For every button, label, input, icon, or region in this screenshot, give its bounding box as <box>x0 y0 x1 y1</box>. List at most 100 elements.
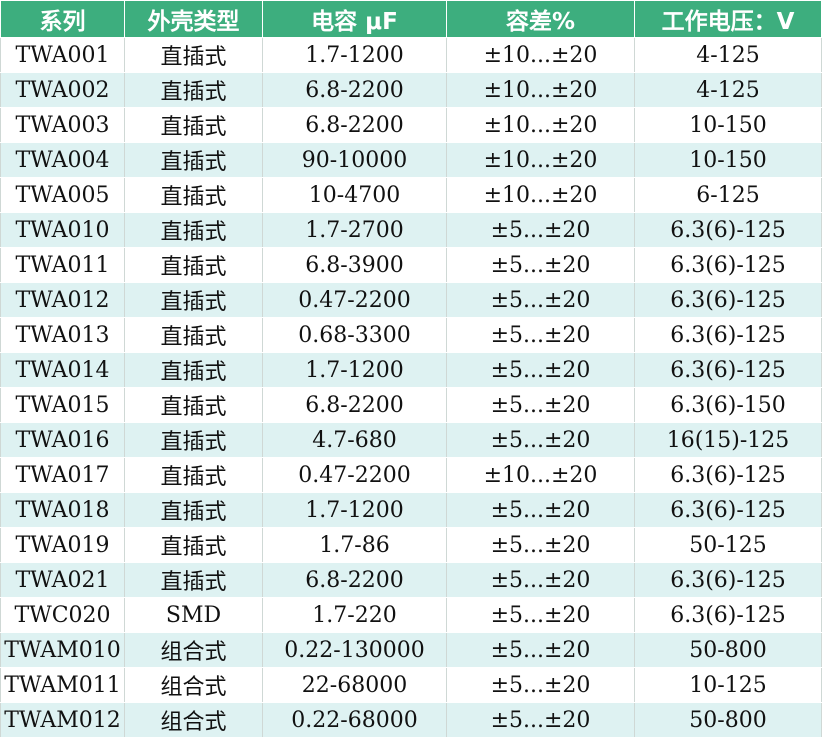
cell-case-type: 直插式 <box>124 177 263 213</box>
cell-case-type: 直插式 <box>124 212 263 248</box>
cell-case-type: 直插式 <box>124 492 263 528</box>
cell-case-type: 直插式 <box>124 282 263 318</box>
cell-capacitance: 6.8-3900 <box>262 247 447 283</box>
cell-capacitance: 6.8-2200 <box>262 72 447 108</box>
cell-tolerance: ±5...±20 <box>446 352 635 388</box>
cell-capacitance: 0.47-2200 <box>262 457 447 493</box>
cell-working-voltage: 6.3(6)-150 <box>634 387 822 423</box>
cell-series: TWA015 <box>0 387 125 423</box>
cell-capacitance: 1.7-1200 <box>262 352 447 388</box>
cell-capacitance: 0.47-2200 <box>262 282 447 318</box>
cell-tolerance: ±10...±20 <box>446 37 635 73</box>
table-body: TWA001 直插式 1.7-1200 ±10...±20 4-125 TWA002 直插式… <box>0 37 822 738</box>
table-row: TWA010 直插式 1.7-2700 ±5...±20 6.3(6)-125 <box>0 212 822 248</box>
cell-tolerance: ±5...±20 <box>446 387 635 423</box>
cell-capacitance: 4.7-680 <box>262 422 447 458</box>
cell-case-type: 直插式 <box>124 457 263 493</box>
cell-case-type: 直插式 <box>124 317 263 353</box>
cell-series: TWA016 <box>0 422 125 458</box>
capacitor-series-table: 系列 外壳类型 电容 μF 容差% 工作电压：V TWA001 直插式 1.7-12… <box>0 0 822 738</box>
cell-working-voltage: 6.3(6)-125 <box>634 212 822 248</box>
cell-working-voltage: 6.3(6)-125 <box>634 282 822 318</box>
cell-working-voltage: 50-800 <box>634 702 822 738</box>
cell-series: TWA005 <box>0 177 125 213</box>
cell-series: TWA012 <box>0 282 125 318</box>
cell-capacitance: 22-68000 <box>262 667 447 703</box>
table-row: TWA018 直插式 1.7-1200 ±5...±20 6.3(6)-125 <box>0 492 822 528</box>
header-series: 系列 <box>0 0 125 38</box>
table-row: TWA012 直插式 0.47-2200 ±5...±20 6.3(6)-125 <box>0 282 822 318</box>
cell-series: TWA017 <box>0 457 125 493</box>
header-working-voltage: 工作电压：V <box>634 0 822 38</box>
cell-tolerance: ±5...±20 <box>446 667 635 703</box>
cell-series: TWC020 <box>0 597 125 633</box>
cell-series: TWA019 <box>0 527 125 563</box>
table-row: TWAM011 组合式 22-68000 ±5...±20 10-125 <box>0 667 822 703</box>
cell-tolerance: ±5...±20 <box>446 422 635 458</box>
cell-series: TWA001 <box>0 37 125 73</box>
cell-case-type: 直插式 <box>124 562 263 598</box>
cell-tolerance: ±10...±20 <box>446 457 635 493</box>
table-row: TWA016 直插式 4.7-680 ±5...±20 16(15)-125 <box>0 422 822 458</box>
cell-case-type: 直插式 <box>124 422 263 458</box>
cell-case-type: 直插式 <box>124 247 263 283</box>
cell-case-type: 直插式 <box>124 527 263 563</box>
header-tolerance: 容差% <box>446 0 635 38</box>
cell-capacitance: 6.8-2200 <box>262 562 447 598</box>
cell-case-type: 直插式 <box>124 352 263 388</box>
cell-capacitance: 1.7-86 <box>262 527 447 563</box>
cell-case-type: 组合式 <box>124 702 263 738</box>
cell-capacitance: 1.7-1200 <box>262 492 447 528</box>
cell-tolerance: ±5...±20 <box>446 212 635 248</box>
cell-series: TWAM011 <box>0 667 125 703</box>
cell-series: TWA014 <box>0 352 125 388</box>
cell-working-voltage: 6.3(6)-125 <box>634 597 822 633</box>
cell-working-voltage: 6.3(6)-125 <box>634 457 822 493</box>
cell-series: TWA010 <box>0 212 125 248</box>
cell-capacitance: 1.7-1200 <box>262 37 447 73</box>
cell-working-voltage: 6.3(6)-125 <box>634 317 822 353</box>
cell-tolerance: ±5...±20 <box>446 282 635 318</box>
table-row: TWA011 直插式 6.8-3900 ±5...±20 6.3(6)-125 <box>0 247 822 283</box>
cell-tolerance: ±10...±20 <box>446 142 635 178</box>
table-row: TWC020 SMD 1.7-220 ±5...±20 6.3(6)-125 <box>0 597 822 633</box>
cell-series: TWA003 <box>0 107 125 143</box>
cell-case-type: 组合式 <box>124 632 263 668</box>
cell-working-voltage: 16(15)-125 <box>634 422 822 458</box>
header-capacitance: 电容 μF <box>262 0 447 38</box>
cell-series: TWA013 <box>0 317 125 353</box>
cell-tolerance: ±5...±20 <box>446 317 635 353</box>
table-row: TWA002 直插式 6.8-2200 ±10...±20 4-125 <box>0 72 822 108</box>
cell-series: TWAM010 <box>0 632 125 668</box>
cell-capacitance: 0.22-68000 <box>262 702 447 738</box>
cell-working-voltage: 10-150 <box>634 142 822 178</box>
cell-tolerance: ±5...±20 <box>446 597 635 633</box>
table-row: TWA003 直插式 6.8-2200 ±10...±20 10-150 <box>0 107 822 143</box>
cell-series: TWA011 <box>0 247 125 283</box>
table-row: TWA021 直插式 6.8-2200 ±5...±20 6.3(6)-125 <box>0 562 822 598</box>
header-case-type: 外壳类型 <box>124 0 263 38</box>
cell-series: TWA018 <box>0 492 125 528</box>
cell-capacitance: 1.7-220 <box>262 597 447 633</box>
cell-series: TWA002 <box>0 72 125 108</box>
cell-working-voltage: 50-800 <box>634 632 822 668</box>
cell-capacitance: 0.68-3300 <box>262 317 447 353</box>
cell-tolerance: ±5...±20 <box>446 562 635 598</box>
table-row: TWA017 直插式 0.47-2200 ±10...±20 6.3(6)-125 <box>0 457 822 493</box>
table-row: TWA005 直插式 10-4700 ±10...±20 6-125 <box>0 177 822 213</box>
cell-tolerance: ±10...±20 <box>446 107 635 143</box>
cell-working-voltage: 10-125 <box>634 667 822 703</box>
cell-working-voltage: 6.3(6)-125 <box>634 562 822 598</box>
cell-capacitance: 1.7-2700 <box>262 212 447 248</box>
table-row: TWAM010 组合式 0.22-130000 ±5...±20 50-800 <box>0 632 822 668</box>
cell-case-type: 直插式 <box>124 387 263 423</box>
table-row: TWA015 直插式 6.8-2200 ±5...±20 6.3(6)-150 <box>0 387 822 423</box>
cell-case-type: SMD <box>124 597 263 633</box>
cell-case-type: 直插式 <box>124 142 263 178</box>
cell-tolerance: ±10...±20 <box>446 177 635 213</box>
cell-tolerance: ±5...±20 <box>446 702 635 738</box>
cell-working-voltage: 50-125 <box>634 527 822 563</box>
table-row: TWA001 直插式 1.7-1200 ±10...±20 4-125 <box>0 37 822 73</box>
cell-tolerance: ±5...±20 <box>446 632 635 668</box>
cell-tolerance: ±5...±20 <box>446 527 635 563</box>
